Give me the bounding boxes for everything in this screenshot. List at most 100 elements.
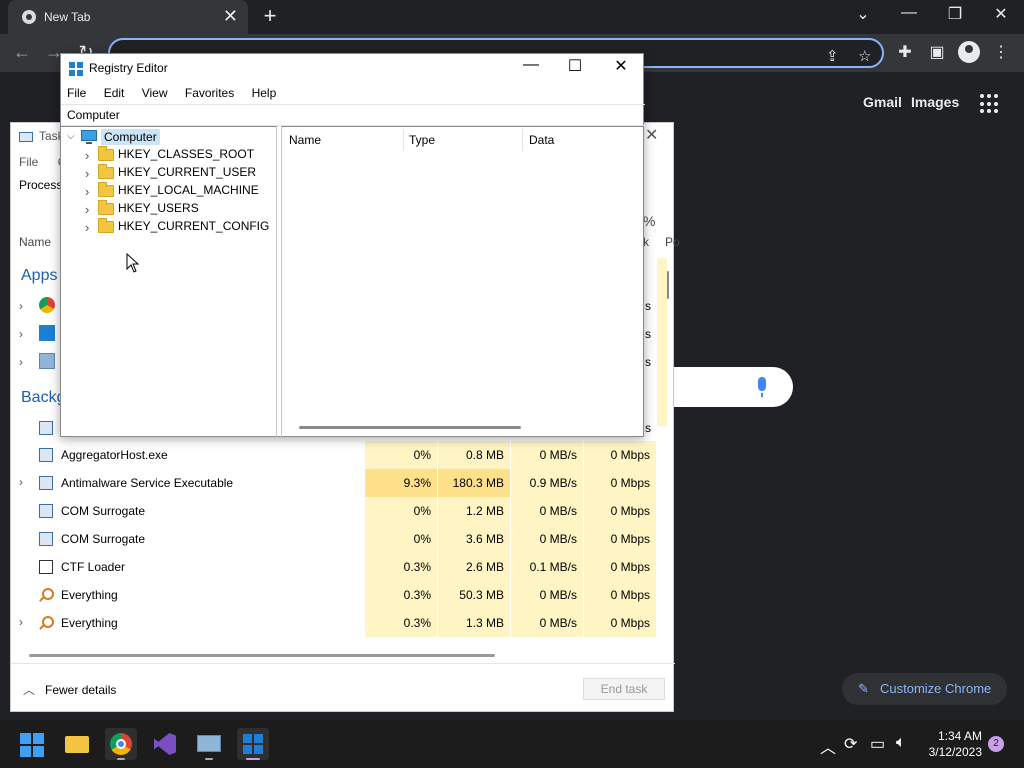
taskbar-clock[interactable]: 1:34 AM 3/12/2023: [920, 728, 982, 760]
profile-avatar[interactable]: [958, 41, 980, 63]
horizontal-scrollbar[interactable]: [29, 654, 495, 657]
table-row[interactable]: COM Surrogate 0% 1.2 MB 0 MB/s 0 Mbps: [11, 497, 658, 525]
menu-favorites[interactable]: Favorites: [185, 86, 234, 100]
restore-button[interactable]: ❐: [940, 4, 970, 24]
cell-memory: 0.8 MB: [438, 441, 510, 469]
tree-node-hive[interactable]: › HKEY_CLASSES_ROOT: [61, 145, 275, 163]
expand-chevron-icon[interactable]: ›: [19, 615, 23, 629]
bookmark-star-icon[interactable]: ☆: [858, 47, 871, 65]
visual-studio-icon: [154, 733, 176, 755]
column-separator[interactable]: [522, 129, 523, 151]
sync-status-icon[interactable]: ⟳: [844, 734, 857, 754]
process-icon: [39, 448, 53, 462]
windows-taskbar: ︿ ⟳ ▭ 🔈︎ 1:34 AM 3/12/2023 2: [0, 720, 1024, 768]
column-header-name[interactable]: Name: [19, 235, 51, 249]
partial-cell: s: [645, 327, 651, 341]
address-field[interactable]: Computer: [61, 104, 645, 126]
task-manager-title: Task: [19, 129, 64, 143]
maximize-button[interactable]: ☐: [555, 56, 595, 76]
section-background-processes: Backg: [21, 389, 66, 406]
back-icon[interactable]: ←: [10, 42, 34, 63]
menu-view[interactable]: View: [142, 86, 168, 100]
chevron-right-icon[interactable]: ›: [85, 202, 89, 217]
share-icon[interactable]: ⇪: [826, 47, 839, 65]
tree-node-hive[interactable]: › HKEY_CURRENT_CONFIG: [61, 217, 275, 235]
expand-chevron-icon[interactable]: ›: [19, 327, 23, 341]
end-task-button[interactable]: End task: [583, 678, 665, 700]
images-link[interactable]: Images: [911, 94, 959, 110]
tree-node-hive[interactable]: › HKEY_USERS: [61, 199, 275, 217]
running-indicator: [205, 758, 213, 760]
expand-chevron-icon[interactable]: ›: [19, 299, 23, 313]
gmail-link[interactable]: Gmail: [863, 94, 902, 110]
menu-edit[interactable]: Edit: [104, 86, 125, 100]
chevron-right-icon[interactable]: ›: [85, 166, 89, 181]
voice-search-icon[interactable]: [758, 377, 766, 397]
menu-help[interactable]: Help: [252, 86, 277, 100]
tree-node-hive[interactable]: › HKEY_LOCAL_MACHINE: [61, 181, 275, 199]
chevron-right-icon[interactable]: ›: [85, 184, 89, 199]
volume-icon[interactable]: 🔈︎: [896, 734, 906, 752]
column-header-percent[interactable]: %: [643, 213, 655, 229]
expand-chevron-icon[interactable]: ›: [19, 475, 23, 489]
table-row[interactable]: Everything 0.3% 50.3 MB 0 MB/s 0 Mbps: [11, 581, 658, 609]
task-manager-app-icon: [39, 353, 55, 369]
chevron-down-icon[interactable]: ⌵: [67, 131, 75, 142]
chrome-menu-icon[interactable]: ⋮: [990, 42, 1012, 62]
tm-menu-file[interactable]: File: [19, 155, 38, 169]
process-name: Everything: [61, 616, 118, 630]
tab-search-icon[interactable]: ⌄: [848, 4, 878, 24]
folder-icon: [98, 146, 114, 161]
tree-node-computer[interactable]: ⌵ Computer: [61, 127, 261, 145]
column-header-data[interactable]: Data: [529, 133, 554, 147]
registry-editor-taskbar-button[interactable]: [237, 728, 269, 760]
expand-chevron-icon[interactable]: ›: [19, 355, 23, 369]
cell-memory: 180.3 MB: [438, 469, 510, 497]
tab-new-tab[interactable]: New Tab ✕: [8, 0, 248, 34]
extensions-icon[interactable]: ✚: [894, 42, 916, 62]
notification-badge[interactable]: 2: [988, 736, 1004, 752]
column-header-name[interactable]: Name: [289, 133, 321, 147]
customize-chrome-button[interactable]: ✎ Customize Chrome: [842, 673, 1007, 705]
column-header-power[interactable]: Po: [665, 235, 680, 249]
network-icon[interactable]: ▭: [870, 734, 885, 754]
process-name: CTF Loader: [61, 560, 126, 574]
table-row[interactable]: › Everything 0.3% 1.3 MB 0 MB/s 0 Mbps: [11, 609, 658, 637]
minimize-button[interactable]: —: [894, 4, 924, 22]
registry-editor-icon: [243, 734, 263, 754]
folder-icon: [98, 200, 114, 215]
table-row[interactable]: COM Surrogate 0% 3.6 MB 0 MB/s 0 Mbps: [11, 525, 658, 553]
new-tab-button[interactable]: +: [258, 3, 282, 29]
folder-icon: [65, 736, 89, 753]
visual-studio-button[interactable]: [149, 728, 181, 760]
registry-tree: ⌵ Computer › HKEY_CLASSES_ROOT › HKEY_CURRE…: [61, 126, 277, 438]
task-manager-close-icon[interactable]: ✕: [645, 125, 658, 145]
table-row[interactable]: CTF Loader 0.3% 2.6 MB 0.1 MB/s 0 Mbps: [11, 553, 658, 581]
chrome-taskbar-button[interactable]: [105, 728, 137, 760]
table-row[interactable]: AggregatorHost.exe 0% 0.8 MB 0 MB/s 0 Mbps: [11, 441, 658, 469]
clock-date: 3/12/2023: [928, 745, 982, 759]
close-button[interactable]: ✕: [601, 56, 641, 76]
google-apps-icon[interactable]: [980, 94, 1000, 114]
cell-cpu: 0.3%: [365, 609, 437, 637]
file-explorer-button[interactable]: [61, 728, 93, 760]
menu-file[interactable]: File: [67, 86, 86, 100]
column-header-type[interactable]: Type: [409, 133, 435, 147]
registry-horizontal-scrollbar[interactable]: [299, 426, 521, 429]
close-window-button[interactable]: ✕: [986, 4, 1016, 24]
show-hidden-icons-chevron-icon[interactable]: ︿: [820, 734, 836, 758]
column-separator[interactable]: [403, 129, 404, 151]
side-panel-icon[interactable]: ▣: [926, 42, 948, 62]
minimize-button[interactable]: —: [511, 56, 551, 74]
table-row[interactable]: › Antimalware Service Executable 9.3% 180.3…: [11, 469, 658, 497]
task-manager-taskbar-button[interactable]: [193, 728, 225, 760]
cell-network: 0 Mbps: [584, 441, 656, 469]
tree-label-hive: HKEY_CURRENT_CONFIG: [118, 219, 270, 233]
chevron-right-icon[interactable]: ›: [85, 220, 89, 235]
tree-node-hive[interactable]: › HKEY_CURRENT_USER: [61, 163, 275, 181]
start-button[interactable]: [20, 733, 44, 757]
chevron-right-icon[interactable]: ›: [85, 148, 89, 163]
close-tab-icon[interactable]: ✕: [223, 6, 238, 26]
fewer-details-button[interactable]: ︿ Fewer details: [23, 681, 116, 698]
process-icon: [39, 421, 53, 435]
